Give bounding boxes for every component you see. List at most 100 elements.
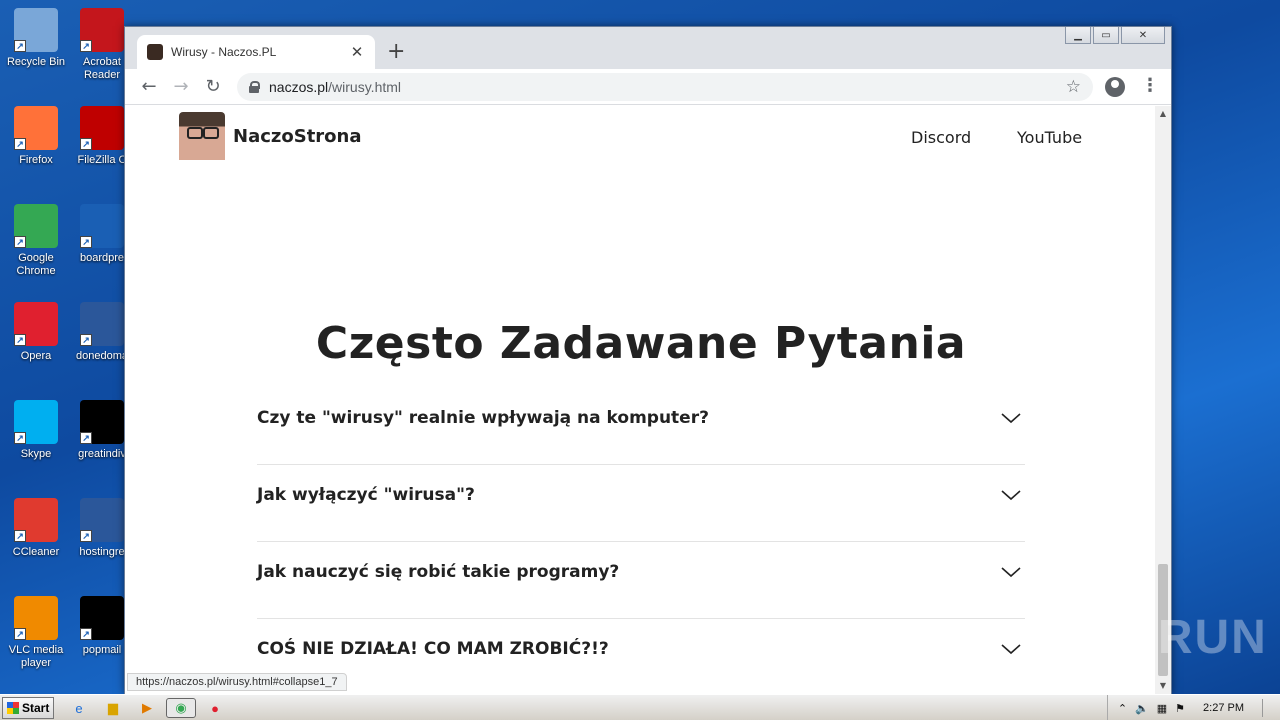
chrome-taskbar-icon[interactable]: ◉ <box>166 698 196 718</box>
desktop-shortcut-label: Recycle Bin <box>6 56 66 68</box>
shortcut-arrow-icon: ↗ <box>14 628 26 640</box>
shortcut-arrow-icon: ↗ <box>14 334 26 346</box>
desktop-shortcut[interactable]: ↗ VLC media player <box>1 596 71 670</box>
menu-dots-icon[interactable]: ⋮ <box>1141 75 1159 96</box>
desktop-shortcut[interactable]: ↗ Opera <box>1 302 71 363</box>
shortcut-arrow-icon: ↗ <box>14 138 26 150</box>
shortcut-arrow-icon: ↗ <box>80 40 92 52</box>
url-host: naczos.pl <box>269 79 329 95</box>
shortcut-arrow-icon: ↗ <box>80 628 92 640</box>
desktop-shortcut[interactable]: ↗ Firefox <box>1 106 71 167</box>
chrome-icon: ↗ <box>14 204 58 248</box>
taskbar: Start e ▆ ▶ ◉ ● ⌃ 🔈 ▦ ⚑ 2:27 PM <box>0 694 1280 720</box>
opera-icon: ↗ <box>14 302 58 346</box>
shortcut-arrow-icon: ↗ <box>80 530 92 542</box>
desktop-shortcut[interactable]: ↗ Skype <box>1 400 71 461</box>
word-icon: ↗ <box>80 302 124 346</box>
lock-icon[interactable] <box>249 81 260 93</box>
back-arrow-icon[interactable]: ← <box>133 76 165 97</box>
account-icon[interactable] <box>1105 77 1125 97</box>
faq-question[interactable]: Czy te "wirusy" realnie wpływają na komp… <box>257 408 709 428</box>
desktop-shortcut[interactable]: ↗ CCleaner <box>1 498 71 559</box>
tray-expand-icon[interactable]: ⌃ <box>1118 702 1127 715</box>
faq-item[interactable]: COŚ NIE DZIAŁA! CO MAM ZROBIĆ?!? <box>257 619 1025 694</box>
chevron-down-icon[interactable] <box>1001 562 1021 582</box>
skype-icon: ↗ <box>14 400 58 444</box>
desktop-shortcut-label: Firefox <box>19 154 53 166</box>
desktop-shortcut-label: VLC media player <box>8 644 64 669</box>
shortcut-arrow-icon: ↗ <box>80 138 92 150</box>
nav-link-discord[interactable]: Discord <box>911 128 971 147</box>
shortcut-arrow-icon: ↗ <box>80 432 92 444</box>
filezilla-icon: ↗ <box>80 106 124 150</box>
browser-titlebar: Wirusy - Naczos.PL ✕ + ▁ ▭ ✕ <box>125 27 1171 69</box>
reload-icon[interactable]: ↻ <box>197 76 229 97</box>
new-tab-button[interactable]: + <box>387 39 405 64</box>
faq-item[interactable]: Jak nauczyć się robić takie programy? <box>257 542 1025 619</box>
chevron-down-icon[interactable] <box>1001 485 1021 505</box>
scroll-down-icon[interactable]: ▼ <box>1155 678 1171 694</box>
forward-arrow-icon[interactable]: → <box>165 76 197 97</box>
url-path: /wirusy.html <box>328 79 402 95</box>
faq-item[interactable]: Czy te "wirusy" realnie wpływają na komp… <box>257 388 1025 465</box>
maximize-button[interactable]: ▭ <box>1093 27 1119 44</box>
windows-logo-icon <box>7 702 19 714</box>
faq-question[interactable]: Jak nauczyć się robić takie programy? <box>257 562 619 582</box>
address-bar[interactable]: naczos.pl /wirusy.html ☆ <box>237 73 1093 101</box>
link-status-bar: https://naczos.pl/wirusy.html#collapse1_… <box>127 673 347 691</box>
faq-question[interactable]: Jak wyłączyć "wirusa"? <box>257 485 475 505</box>
desktop-shortcut[interactable]: ↗ Google Chrome <box>1 204 71 278</box>
shortcut-arrow-icon: ↗ <box>14 40 26 52</box>
ccleaner-icon: ↗ <box>14 498 58 542</box>
start-label: Start <box>22 701 50 715</box>
word-icon: ↗ <box>80 498 124 542</box>
clock[interactable]: 2:27 PM <box>1203 702 1244 714</box>
window-controls: ▁ ▭ ✕ <box>1065 27 1165 44</box>
desktop-shortcut-label: CCleaner <box>12 546 60 558</box>
tab-wirusy[interactable]: Wirusy - Naczos.PL ✕ <box>137 35 375 69</box>
shortcut-arrow-icon: ↗ <box>80 334 92 346</box>
shortcut-arrow-icon: ↗ <box>14 236 26 248</box>
desktop-shortcut-label: Google Chrome <box>16 252 56 277</box>
chevron-down-icon[interactable] <box>1001 639 1021 659</box>
shortcut-arrow-icon: ↗ <box>80 236 92 248</box>
faq-item[interactable]: Jak wyłączyć "wirusa"? <box>257 465 1025 542</box>
scroll-up-icon[interactable]: ▲ <box>1155 106 1171 122</box>
desktop-shortcut[interactable]: ↗ Recycle Bin <box>1 8 71 69</box>
acrobat-icon: ↗ <box>80 8 124 52</box>
site-header: NaczoStrona Discord YouTube <box>125 106 1157 166</box>
shortcut-arrow-icon: ↗ <box>14 530 26 542</box>
avatar[interactable] <box>179 112 225 160</box>
action-center-flag-icon[interactable]: ⚑ <box>1175 702 1185 715</box>
close-window-button[interactable]: ✕ <box>1121 27 1165 44</box>
bookmark-star-icon[interactable]: ☆ <box>1066 77 1081 97</box>
network-icon[interactable]: ▦ <box>1157 702 1167 715</box>
black-file-icon: ↗ <box>80 400 124 444</box>
explorer-taskbar-icon[interactable]: ▆ <box>102 698 124 718</box>
tab-close-icon[interactable]: ✕ <box>349 43 365 61</box>
chevron-down-icon[interactable] <box>1001 408 1021 428</box>
blank-doc-icon: ↗ <box>80 204 124 248</box>
browser-window: Wirusy - Naczos.PL ✕ + ▁ ▭ ✕ ← → ↻ naczo… <box>124 26 1172 694</box>
favicon-icon <box>147 44 163 60</box>
vlc-icon: ↗ <box>14 596 58 640</box>
black-file-icon: ↗ <box>80 596 124 640</box>
media-player-taskbar-icon[interactable]: ▶ <box>136 698 158 718</box>
start-button[interactable]: Start <box>2 697 54 719</box>
desktop-shortcut-label: Skype <box>20 448 52 460</box>
minimize-button[interactable]: ▁ <box>1065 27 1091 44</box>
anyrun-watermark: ANY RUN <box>1036 611 1268 664</box>
shortcut-arrow-icon: ↗ <box>14 432 26 444</box>
opera-taskbar-icon[interactable]: ● <box>204 698 226 718</box>
show-desktop-button[interactable] <box>1262 699 1274 717</box>
tab-title: Wirusy - Naczos.PL <box>171 45 277 59</box>
site-brand[interactable]: NaczoStrona <box>233 126 362 147</box>
page-scrollbar[interactable]: ▲ ▼ <box>1155 106 1171 694</box>
ie-taskbar-icon[interactable]: e <box>68 698 90 718</box>
browser-toolbar: ← → ↻ naczos.pl /wirusy.html ☆ ⋮ <box>125 69 1171 105</box>
page-viewport: NaczoStrona Discord YouTube Często Zadaw… <box>125 106 1157 694</box>
firefox-icon: ↗ <box>14 106 58 150</box>
faq-question[interactable]: COŚ NIE DZIAŁA! CO MAM ZROBIĆ?!? <box>257 639 609 659</box>
nav-link-youtube[interactable]: YouTube <box>1017 128 1082 147</box>
volume-icon[interactable]: 🔈 <box>1135 702 1149 715</box>
